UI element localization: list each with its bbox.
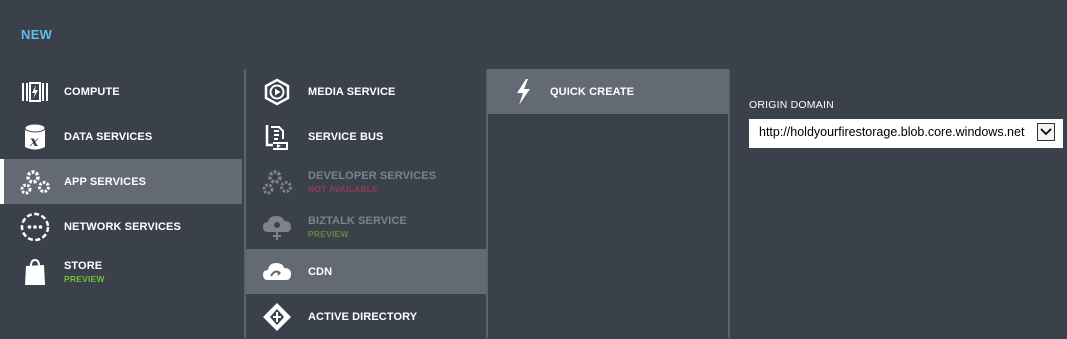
compute-icon xyxy=(18,76,52,108)
service-active-directory[interactable]: ACTIVE DIRECTORY xyxy=(246,294,486,339)
category-compute[interactable]: COMPUTE xyxy=(0,69,242,114)
category-list: COMPUTE x DATA SERVICES APP SERVICES NET… xyxy=(0,69,242,338)
category-label: APP SERVICES xyxy=(64,175,147,188)
category-label: STORE xyxy=(64,259,103,272)
page-title: NEW xyxy=(21,27,53,42)
biztalk-service-icon xyxy=(260,211,294,243)
category-label: DATA SERVICES xyxy=(64,130,153,143)
service-label: SERVICE BUS xyxy=(308,130,384,143)
service-media-service[interactable]: MEDIA SERVICE xyxy=(246,69,486,114)
category-label: COMPUTE xyxy=(64,85,120,98)
category-label: NETWORK SERVICES xyxy=(64,220,181,233)
quick-create-form: ORIGIN DOMAIN http://holdyourfirestorage… xyxy=(749,99,1063,148)
preview-badge: PREVIEW xyxy=(308,228,349,239)
media-service-icon xyxy=(260,76,294,108)
category-network-services[interactable]: NETWORK SERVICES xyxy=(0,204,242,249)
network-services-icon xyxy=(18,211,52,243)
category-data-services[interactable]: x DATA SERVICES xyxy=(0,114,242,159)
svg-text:x: x xyxy=(29,134,39,150)
service-label: MEDIA SERVICE xyxy=(308,85,396,98)
action-list: QUICK CREATE xyxy=(486,69,730,338)
preview-badge: PREVIEW xyxy=(64,273,105,284)
category-store[interactable]: STORE PREVIEW xyxy=(0,249,242,294)
store-icon xyxy=(18,256,52,288)
origin-domain-value: http://holdyourfirestorage.blob.core.win… xyxy=(759,125,1025,139)
action-label: QUICK CREATE xyxy=(550,85,635,98)
service-bus-icon xyxy=(260,121,294,153)
origin-domain-select[interactable]: http://holdyourfirestorage.blob.core.win… xyxy=(749,119,1063,148)
active-directory-icon xyxy=(260,301,294,333)
service-label: ACTIVE DIRECTORY xyxy=(308,310,418,323)
service-list: MEDIA SERVICE SERVICE BUS DEVELOPER SERV… xyxy=(244,69,486,338)
cdn-icon xyxy=(260,256,294,288)
quick-create-icon xyxy=(506,76,540,108)
data-services-icon: x xyxy=(18,121,52,153)
service-label: DEVELOPER SERVICES xyxy=(308,169,437,182)
service-biztalk-service: BIZTALK SERVICE PREVIEW xyxy=(246,204,486,249)
developer-services-icon xyxy=(260,166,294,198)
chevron-down-icon[interactable] xyxy=(1037,123,1055,141)
service-label: BIZTALK SERVICE xyxy=(308,214,407,227)
app-services-icon xyxy=(18,166,52,198)
service-service-bus[interactable]: SERVICE BUS xyxy=(246,114,486,159)
column-divider xyxy=(728,69,730,338)
service-label: CDN xyxy=(308,265,333,278)
service-cdn[interactable]: CDN xyxy=(246,249,486,294)
origin-domain-label: ORIGIN DOMAIN xyxy=(749,99,834,111)
action-quick-create[interactable]: QUICK CREATE xyxy=(488,69,728,114)
not-available-badge: NOT AVAILABLE xyxy=(308,183,378,194)
service-developer-services: DEVELOPER SERVICES NOT AVAILABLE xyxy=(246,159,486,204)
category-app-services[interactable]: APP SERVICES xyxy=(0,159,242,204)
